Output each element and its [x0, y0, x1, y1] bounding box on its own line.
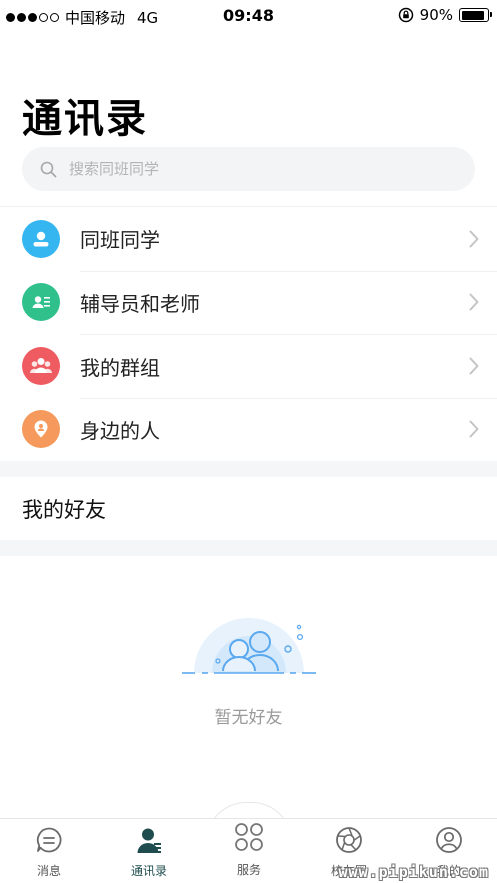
- search-input[interactable]: [69, 160, 419, 178]
- menu-item-classmates[interactable]: 同班同学: [0, 207, 497, 271]
- search-icon: [40, 161, 57, 177]
- tab-label: 消息: [36, 864, 61, 878]
- profile-icon: [436, 827, 462, 853]
- status-right: 90%: [398, 6, 492, 24]
- tab-contacts[interactable]: 通讯录: [109, 826, 189, 879]
- message-icon: [36, 827, 62, 853]
- page-title: 通讯录: [22, 96, 148, 142]
- menu-item-nearby[interactable]: 身边的人: [0, 397, 497, 462]
- menu-item-groups[interactable]: 我的群组: [0, 334, 497, 398]
- friends-section-title: 我的好友: [22, 498, 106, 522]
- empty-friends-text: 暂无好友: [214, 708, 283, 728]
- contacts-menu: 同班同学 辅导员和老师 我的群组 身边的人: [0, 206, 497, 461]
- contacts-icon: [137, 828, 161, 853]
- battery-percent: 90%: [419, 6, 453, 24]
- section-divider: [0, 461, 497, 477]
- rotation-lock-icon: [398, 7, 413, 23]
- chevron-right-icon: [469, 420, 479, 438]
- watermark-text: www.pipikun.com: [338, 863, 489, 881]
- tab-label: 服务: [236, 863, 261, 877]
- service-icon: [235, 823, 263, 851]
- tab-label: 通讯录: [130, 864, 167, 878]
- search-bar[interactable]: [22, 147, 475, 191]
- menu-item-label: 我的群组: [80, 355, 160, 380]
- status-bar: 中国移动 4G 09:48 90%: [0, 0, 497, 34]
- tab-services[interactable]: 服务: [209, 821, 289, 878]
- teacher-card-icon: [22, 283, 60, 322]
- classmate-icon: [22, 219, 60, 258]
- section-divider: [0, 540, 497, 556]
- chevron-right-icon: [469, 357, 479, 375]
- menu-item-label: 辅导员和老师: [80, 292, 200, 317]
- chevron-right-icon: [469, 230, 479, 248]
- chevron-right-icon: [469, 293, 479, 311]
- battery-icon: [459, 8, 492, 22]
- tab-messages[interactable]: 消息: [9, 826, 89, 879]
- battery-level: [461, 10, 484, 20]
- menu-item-teachers[interactable]: 辅导员和老师: [0, 270, 497, 335]
- empty-friends-illustration: [182, 618, 316, 674]
- menu-item-label: 同班同学: [80, 228, 160, 253]
- location-person-icon: [22, 410, 60, 449]
- aperture-icon: [336, 827, 362, 853]
- menu-item-label: 身边的人: [80, 419, 160, 444]
- group-icon: [22, 346, 60, 385]
